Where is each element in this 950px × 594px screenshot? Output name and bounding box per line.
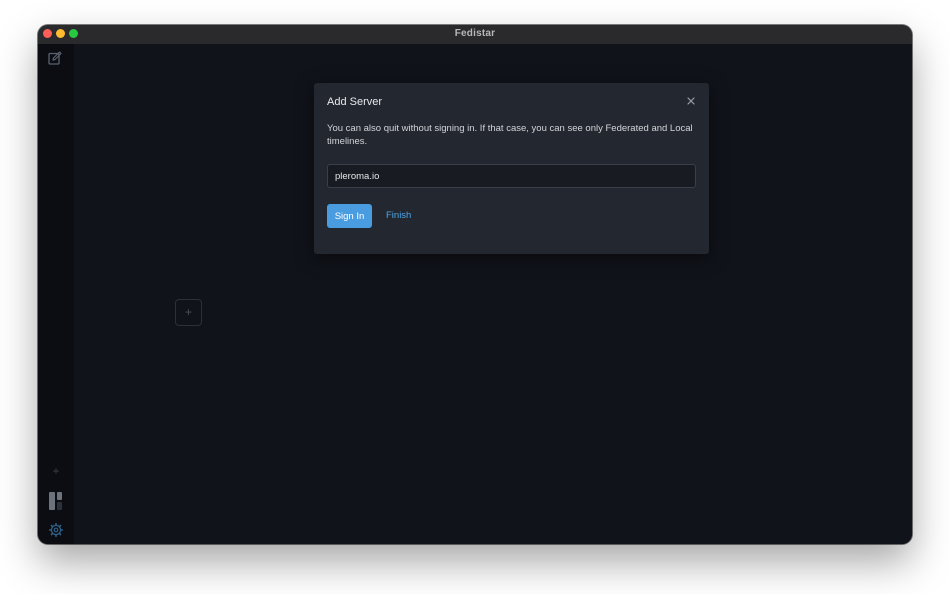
sidebar: + <box>38 44 74 544</box>
finish-button[interactable]: Finish <box>386 210 411 221</box>
window-title: Fedistar <box>454 28 496 39</box>
columns-layout-icon[interactable] <box>49 492 63 515</box>
add-server-dialog: Add Server You can also quit without sig… <box>314 83 709 254</box>
add-column-button[interactable]: + <box>175 299 202 326</box>
app-window: Fedistar + + Add Server You can also qui… <box>38 25 912 544</box>
gear-icon[interactable] <box>48 522 64 542</box>
dialog-description: You can also quit without signing in. If… <box>327 123 693 147</box>
dialog-title: Add Server <box>327 96 383 108</box>
sign-in-button[interactable]: Sign In <box>327 204 372 228</box>
close-icon[interactable] <box>685 94 697 106</box>
add-server-icon[interactable]: + <box>51 465 61 477</box>
server-domain-input[interactable] <box>327 164 696 188</box>
timeline-area: + Add Server You can also quit without s… <box>74 44 912 544</box>
title-bar[interactable]: Fedistar <box>38 25 912 45</box>
compose-icon[interactable] <box>48 51 62 70</box>
